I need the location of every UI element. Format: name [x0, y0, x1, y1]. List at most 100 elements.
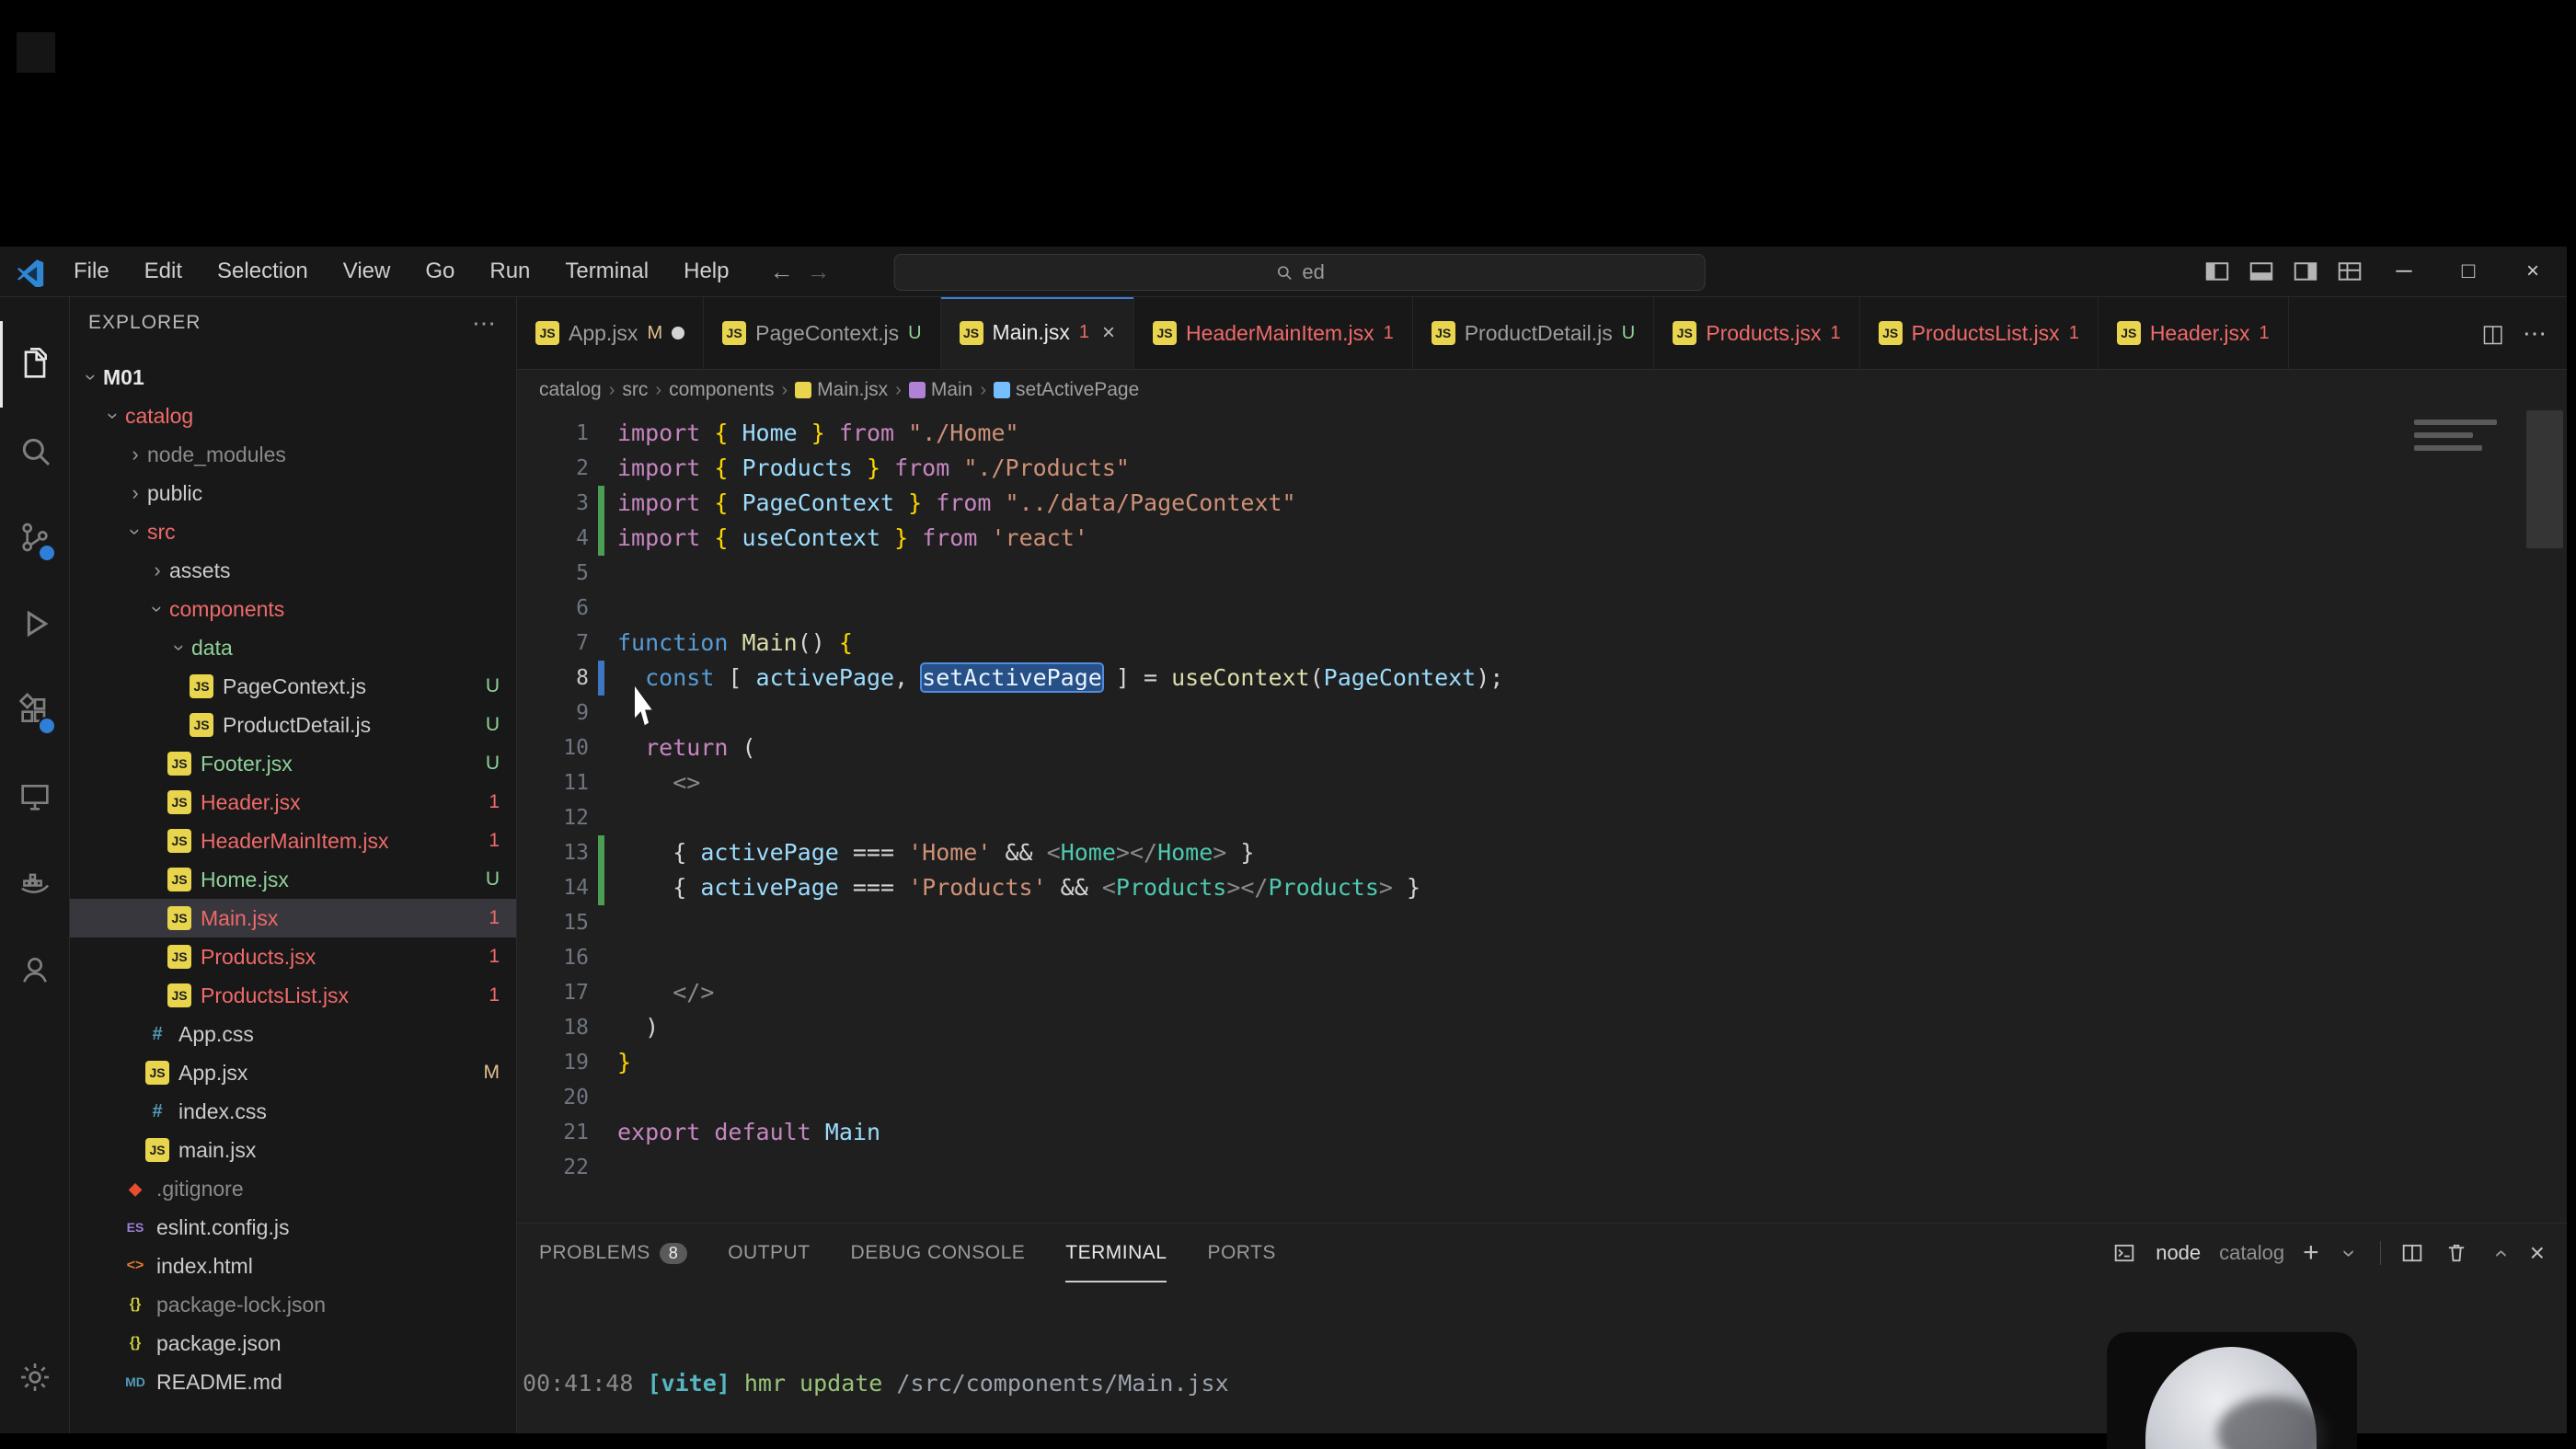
panel-tab-ports[interactable]: PORTS	[1207, 1224, 1275, 1282]
explorer-item-home-jsx[interactable]: JSHome.jsxU	[70, 860, 516, 899]
code-line-11[interactable]: 11 <>	[517, 765, 2410, 800]
explorer-item-app-jsx[interactable]: JSApp.jsxM	[70, 1053, 516, 1092]
explorer-item--gitignore[interactable]: ◆.gitignore	[70, 1169, 516, 1208]
code-line-22[interactable]: 22	[517, 1150, 2410, 1185]
panel-tab-debug-console[interactable]: DEBUG CONSOLE	[851, 1224, 1026, 1282]
panel-tab-output[interactable]: OUTPUT	[728, 1224, 810, 1282]
toggle-secondary-sidebar-icon[interactable]	[2287, 255, 2324, 288]
editor-scrollbar[interactable]	[2526, 410, 2563, 548]
split-terminal-icon[interactable]	[2399, 1240, 2425, 1266]
explorer-item-package-lock-json[interactable]: {}package-lock.json	[70, 1285, 516, 1324]
code-line-2[interactable]: 2import { Products } from "./Products"	[517, 451, 2410, 486]
menu-run[interactable]: Run	[475, 255, 545, 288]
explorer-item-main-jsx[interactable]: JSmain.jsx	[70, 1131, 516, 1169]
code-area[interactable]: 1import { Home } from "./Home"2import { …	[517, 416, 2410, 1185]
explorer-item-main-jsx[interactable]: JSMain.jsx1	[70, 899, 516, 937]
code-line-18[interactable]: 18 )	[517, 1010, 2410, 1045]
panel-tab-terminal[interactable]: TERMINAL	[1065, 1224, 1167, 1282]
minimap[interactable]	[2414, 420, 2515, 458]
breadcrumb-item-main[interactable]: Main	[909, 379, 973, 401]
menu-help[interactable]: Help	[669, 255, 743, 288]
search-icon[interactable]	[0, 408, 69, 494]
kill-terminal-icon[interactable]	[2444, 1240, 2469, 1266]
back-icon[interactable]: ←	[769, 258, 793, 286]
extensions-icon[interactable]	[0, 667, 69, 753]
explorer-item-pagecontext-js[interactable]: JSPageContext.jsU	[70, 667, 516, 706]
code-line-14[interactable]: 14 { activePage === 'Products' && <Produ…	[517, 870, 2410, 905]
code-line-4[interactable]: 4import { useContext } from 'react'	[517, 521, 2410, 556]
code-line-7[interactable]: 7function Main() {	[517, 626, 2410, 661]
close-button[interactable]: ×	[2504, 249, 2561, 293]
explorer-item-assets[interactable]: ›assets	[70, 551, 516, 590]
explorer-item-package-json[interactable]: {}package.json	[70, 1324, 516, 1363]
remote-icon[interactable]	[0, 753, 69, 840]
explorer-item-node-modules[interactable]: ›node_modules	[70, 435, 516, 474]
explorer-item-catalog[interactable]: ›catalog	[70, 397, 516, 435]
code-line-16[interactable]: 16	[517, 940, 2410, 975]
menu-file[interactable]: File	[59, 255, 124, 288]
code-line-8[interactable]: 8 const [ activePage, setActivePage ] = …	[517, 661, 2410, 696]
customize-layout-icon[interactable]	[2331, 255, 2368, 288]
code-line-13[interactable]: 13 { activePage === 'Home' && <Home></Ho…	[517, 835, 2410, 870]
menu-terminal[interactable]: Terminal	[550, 255, 663, 288]
run-debug-icon[interactable]	[0, 581, 69, 667]
explorer-item-src[interactable]: ›src	[70, 512, 516, 551]
toggle-sidebar-icon[interactable]	[2199, 255, 2236, 288]
breadcrumb-item-catalog[interactable]: catalog	[539, 379, 602, 401]
split-editor-icon[interactable]: ◫	[2481, 319, 2504, 348]
more-actions-icon[interactable]: ⋯	[2523, 319, 2547, 348]
maximize-button[interactable]: □	[2440, 249, 2497, 293]
menu-go[interactable]: Go	[410, 255, 469, 288]
explorer-item-components[interactable]: ›components	[70, 590, 516, 628]
breadcrumb-item-main-jsx[interactable]: Main.jsx	[795, 379, 888, 401]
explorer-item-header-jsx[interactable]: JSHeader.jsx1	[70, 783, 516, 822]
explorer-item-index-css[interactable]: #index.css	[70, 1092, 516, 1131]
panel-tab-problems[interactable]: PROBLEMS8	[539, 1224, 687, 1282]
docker-icon[interactable]	[0, 840, 69, 926]
maximize-panel-icon[interactable]: ›	[2485, 1241, 2513, 1265]
tab-app-jsx[interactable]: JSApp.jsxM	[517, 297, 704, 369]
explorer-item-productdetail-js[interactable]: JSProductDetail.jsU	[70, 706, 516, 744]
menu-view[interactable]: View	[328, 255, 406, 288]
settings-icon[interactable]	[0, 1334, 69, 1420]
tab-main-jsx[interactable]: JSMain.jsx1×	[941, 297, 1135, 369]
menu-edit[interactable]: Edit	[130, 255, 197, 288]
explorer-item-m01[interactable]: ›M01	[70, 358, 516, 397]
explorer-item-headermainitem-jsx[interactable]: JSHeaderMainItem.jsx1	[70, 822, 516, 860]
source-control-icon[interactable]	[0, 494, 69, 581]
tab-productslist-jsx[interactable]: JSProductsList.jsx1	[1860, 297, 2099, 369]
minimize-button[interactable]: ─	[2375, 249, 2432, 293]
explorer-item-public[interactable]: ›public	[70, 474, 516, 512]
code-editor[interactable]: 1import { Home } from "./Home"2import { …	[517, 410, 2567, 1223]
code-line-15[interactable]: 15	[517, 905, 2410, 940]
code-line-5[interactable]: 5	[517, 556, 2410, 591]
terminal-tab-name[interactable]: node	[2156, 1241, 2201, 1265]
code-line-17[interactable]: 17 </>	[517, 975, 2410, 1010]
explorer-item-products-jsx[interactable]: JSProducts.jsx1	[70, 937, 516, 976]
code-line-20[interactable]: 20	[517, 1080, 2410, 1115]
new-terminal-icon[interactable]: +	[2303, 1237, 2319, 1269]
explorer-item-footer-jsx[interactable]: JSFooter.jsxU	[70, 744, 516, 783]
explorer-item-app-css[interactable]: #App.css	[70, 1015, 516, 1053]
tab-pagecontext-js[interactable]: JSPageContext.jsU	[704, 297, 940, 369]
code-line-19[interactable]: 19}	[517, 1045, 2410, 1080]
code-line-12[interactable]: 12	[517, 800, 2410, 835]
close-panel-icon[interactable]: ×	[2530, 1238, 2545, 1268]
menu-selection[interactable]: Selection	[202, 255, 323, 288]
breadcrumb[interactable]: catalog›src›components›Main.jsx›Main›set…	[517, 370, 2567, 410]
explorer-item-data[interactable]: ›data	[70, 628, 516, 667]
toggle-panel-icon[interactable]	[2243, 255, 2280, 288]
explorer-item-readme-md[interactable]: MDREADME.md	[70, 1363, 516, 1401]
code-line-10[interactable]: 10 return (	[517, 730, 2410, 765]
breadcrumb-item-src[interactable]: src	[622, 379, 648, 401]
breadcrumb-item-components[interactable]: components	[669, 379, 774, 401]
code-line-1[interactable]: 1import { Home } from "./Home"	[517, 416, 2410, 451]
close-tab-icon[interactable]: ×	[1102, 320, 1115, 346]
tab-headermainitem-jsx[interactable]: JSHeaderMainItem.jsx1	[1134, 297, 1413, 369]
code-line-6[interactable]: 6	[517, 591, 2410, 626]
explorer-icon[interactable]	[0, 321, 69, 408]
forward-icon[interactable]: →	[806, 258, 830, 286]
code-line-21[interactable]: 21export default Main	[517, 1115, 2410, 1150]
account-icon[interactable]	[0, 926, 69, 1013]
tab-productdetail-js[interactable]: JSProductDetail.jsU	[1413, 297, 1655, 369]
